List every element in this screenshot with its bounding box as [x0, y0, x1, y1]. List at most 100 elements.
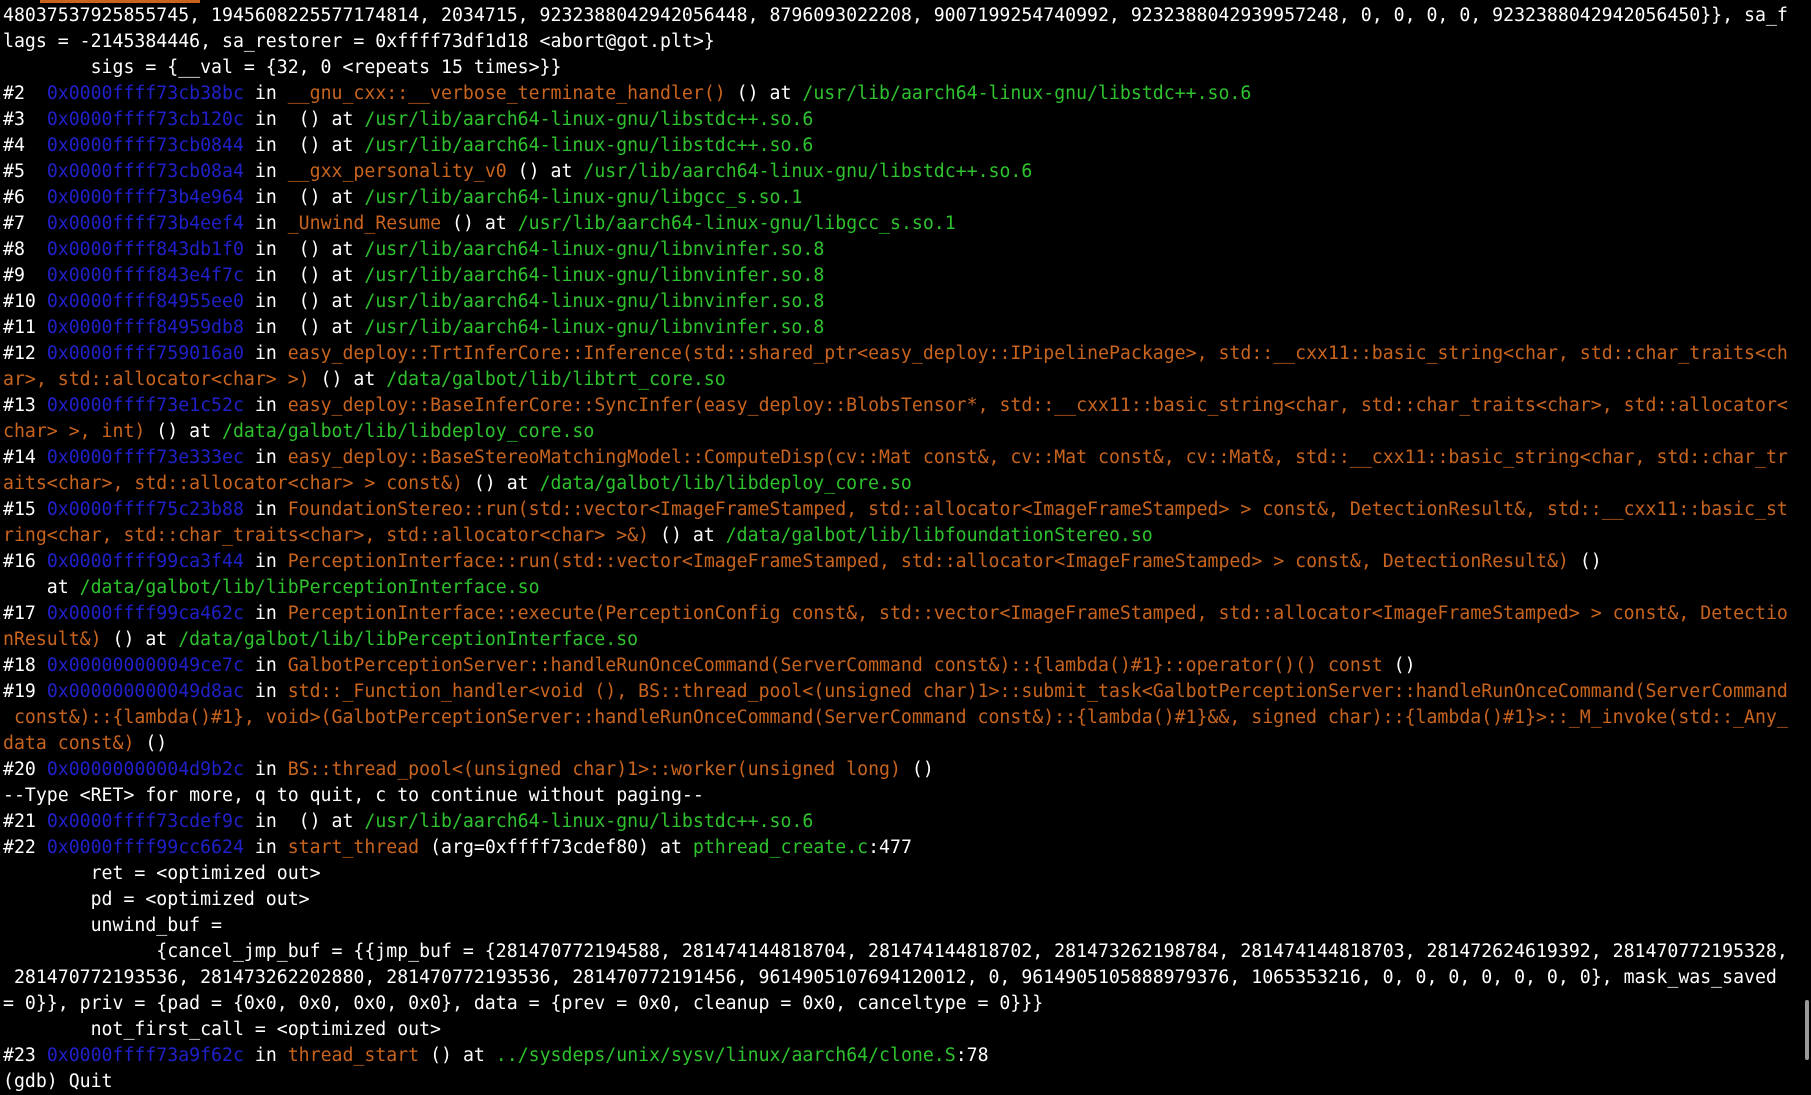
terminal-text: in () at: [243, 291, 365, 312]
terminal-line: #4 0x0000ffff73cb0844 in () at /usr/lib/…: [3, 133, 1797, 159]
frame-address: 0x0000ffff73cb08a4: [46, 161, 244, 182]
terminal-text: in: [243, 655, 288, 676]
function-name: start_thread: [287, 837, 420, 858]
terminal-line: #10 0x0000ffff84955ee0 in () at /usr/lib…: [3, 289, 1797, 315]
terminal-text: () at: [101, 629, 179, 650]
terminal-text: #14: [3, 447, 47, 468]
terminal-text: #16: [3, 551, 47, 572]
terminal-text: #22: [3, 837, 47, 858]
terminal-text: in: [243, 499, 288, 520]
source-path: /data/galbot/lib/libtrt_core.so: [386, 369, 726, 390]
terminal-line: --Type <RET> for more, q to quit, c to c…: [3, 783, 1797, 809]
terminal-text: #13: [3, 395, 47, 416]
terminal-text: #12: [3, 343, 47, 364]
terminal-line: #2 0x0000ffff73cb38bc in __gnu_cxx::__ve…: [3, 81, 1797, 107]
terminal-line: nResult&) () at /data/galbot/lib/libPerc…: [3, 627, 1797, 653]
terminal-line: #11 0x0000ffff84959db8 in () at /usr/lib…: [3, 315, 1797, 341]
terminal-text: in: [243, 759, 288, 780]
source-path: /usr/lib/aarch64-linux-gnu/libnvinfer.so…: [364, 265, 825, 286]
terminal-line: #15 0x0000ffff75c23b88 in FoundationSter…: [3, 497, 1797, 523]
terminal-text: sigs = {__val = {32, 0 <repeats 15 times…: [3, 57, 562, 78]
frame-address: 0x0000ffff73e333ec: [46, 447, 244, 468]
terminal-line: ar>, std::allocator<char> >) () at /data…: [3, 367, 1797, 393]
terminal-text: in: [243, 343, 288, 364]
terminal-text: in () at: [243, 109, 365, 130]
terminal-text: in: [243, 213, 288, 234]
scrollbar-thumb[interactable]: [1805, 1000, 1809, 1060]
terminal-text: lags = -2145384446, sa_restorer = 0xffff…: [3, 31, 715, 52]
frame-address: 0x0000ffff73cb0844: [46, 135, 244, 156]
terminal-line: = 0}}, priv = {pad = {0x0, 0x0, 0x0, 0x0…: [3, 991, 1797, 1017]
function-name: data const&): [3, 733, 135, 754]
terminal-line: #14 0x0000ffff73e333ec in easy_deploy::B…: [3, 445, 1797, 471]
terminal-text: in () at: [243, 317, 365, 338]
terminal-text: in: [243, 447, 288, 468]
source-path: /usr/lib/aarch64-linux-gnu/libstdc++.so.…: [364, 811, 814, 832]
terminal-text: in: [243, 395, 288, 416]
terminal-text: in () at: [243, 239, 365, 260]
source-path: /usr/lib/aarch64-linux-gnu/libgcc_s.so.1: [364, 187, 803, 208]
terminal-line: #9 0x0000ffff843e4f7c in () at /usr/lib/…: [3, 263, 1797, 289]
terminal-text: in: [243, 837, 288, 858]
terminal-line: lags = -2145384446, sa_restorer = 0xffff…: [3, 29, 1797, 55]
terminal-line: {cancel_jmp_buf = {{jmp_buf = {281470772…: [3, 939, 1797, 965]
frame-address: 0x0000ffff99ca462c: [46, 603, 244, 624]
terminal-line: #16 0x0000ffff99ca3f44 in PerceptionInte…: [3, 549, 1797, 575]
terminal-line: ring<char, std::char_traits<char>, std::…: [3, 523, 1797, 549]
terminal-line: #8 0x0000ffff843db1f0 in () at /usr/lib/…: [3, 237, 1797, 263]
terminal-text: #8: [3, 239, 47, 260]
terminal-text: () at: [145, 421, 223, 442]
terminal-text: in: [243, 603, 288, 624]
function-name: const&)::{lambda()#1}, void>(GalbotPerce…: [3, 707, 1788, 728]
source-path: /data/galbot/lib/libPerceptionInterface.…: [79, 577, 540, 598]
terminal-text: in: [243, 83, 288, 104]
terminal-line: #12 0x0000ffff759016a0 in easy_deploy::T…: [3, 341, 1797, 367]
terminal-text: ret = <optimized out>: [3, 863, 321, 884]
terminal-text: #21: [3, 811, 47, 832]
frame-address: 0x0000ffff73e1c52c: [46, 395, 244, 416]
terminal-text: () at: [462, 473, 540, 494]
terminal-text: #19: [3, 681, 47, 702]
terminal-text: unwind_buf =: [3, 915, 233, 936]
terminal-text: in: [243, 681, 288, 702]
terminal-line: #3 0x0000ffff73cb120c in () at /usr/lib/…: [3, 107, 1797, 133]
terminal-text: (): [1568, 551, 1602, 572]
terminal-text: () at: [649, 525, 726, 546]
frame-address: 0x0000ffff73cb38bc: [46, 83, 244, 104]
terminal-text: = 0}}, priv = {pad = {0x0, 0x0, 0x0, 0x0…: [3, 993, 1044, 1014]
source-path: /usr/lib/aarch64-linux-gnu/libnvinfer.so…: [364, 317, 825, 338]
terminal-text: () at: [441, 213, 518, 234]
frame-address: 0x0000ffff99ca3f44: [46, 551, 244, 572]
terminal-output[interactable]: 48037537925855745, 1945608225577174814, …: [3, 3, 1797, 1095]
terminal-text: (): [900, 759, 934, 780]
terminal-text: (gdb) Quit: [3, 1071, 113, 1092]
terminal-text: () at: [506, 161, 584, 182]
terminal-text: at: [3, 577, 80, 598]
terminal-text: #9: [3, 265, 47, 286]
terminal-line: #7 0x0000ffff73b4eef4 in _Unwind_Resume …: [3, 211, 1797, 237]
terminal-line: at /data/galbot/lib/libPerceptionInterfa…: [3, 575, 1797, 601]
frame-address: 0x000000000049d8ac: [46, 681, 244, 702]
terminal-line: #5 0x0000ffff73cb08a4 in __gxx_personali…: [3, 159, 1797, 185]
terminal-line: #19 0x000000000049d8ac in std::_Function…: [3, 679, 1797, 705]
terminal-text: #20: [3, 759, 47, 780]
source-path: ../sysdeps/unix/sysv/linux/aarch64/clone…: [495, 1045, 956, 1066]
terminal-text: () at: [419, 1045, 496, 1066]
source-path: /usr/lib/aarch64-linux-gnu/libgcc_s.so.1: [517, 213, 956, 234]
frame-address: 0x0000ffff73b4e964: [46, 187, 244, 208]
terminal-text: (): [134, 733, 168, 754]
terminal-line: (gdb) Quit: [3, 1069, 1797, 1095]
terminal-text: #11: [3, 317, 47, 338]
function-name: aits<char>, std::allocator<char> > const…: [3, 473, 463, 494]
function-name: __gnu_cxx::__verbose_terminate_handler(): [287, 83, 726, 104]
source-path: pthread_create.c: [692, 837, 869, 858]
terminal-text: #7: [3, 213, 47, 234]
terminal-line: #20 0x00000000004d9b2c in BS::thread_poo…: [3, 757, 1797, 783]
function-name: std::_Function_handler<void (), BS::thre…: [287, 681, 1788, 702]
terminal-line: data const&) (): [3, 731, 1797, 757]
terminal-text: #15: [3, 499, 47, 520]
function-name: ar>, std::allocator<char> >): [3, 369, 310, 390]
terminal-line: aits<char>, std::allocator<char> > const…: [3, 471, 1797, 497]
terminal-text: () at: [725, 83, 803, 104]
frame-address: 0x0000ffff73a9f62c: [46, 1045, 244, 1066]
